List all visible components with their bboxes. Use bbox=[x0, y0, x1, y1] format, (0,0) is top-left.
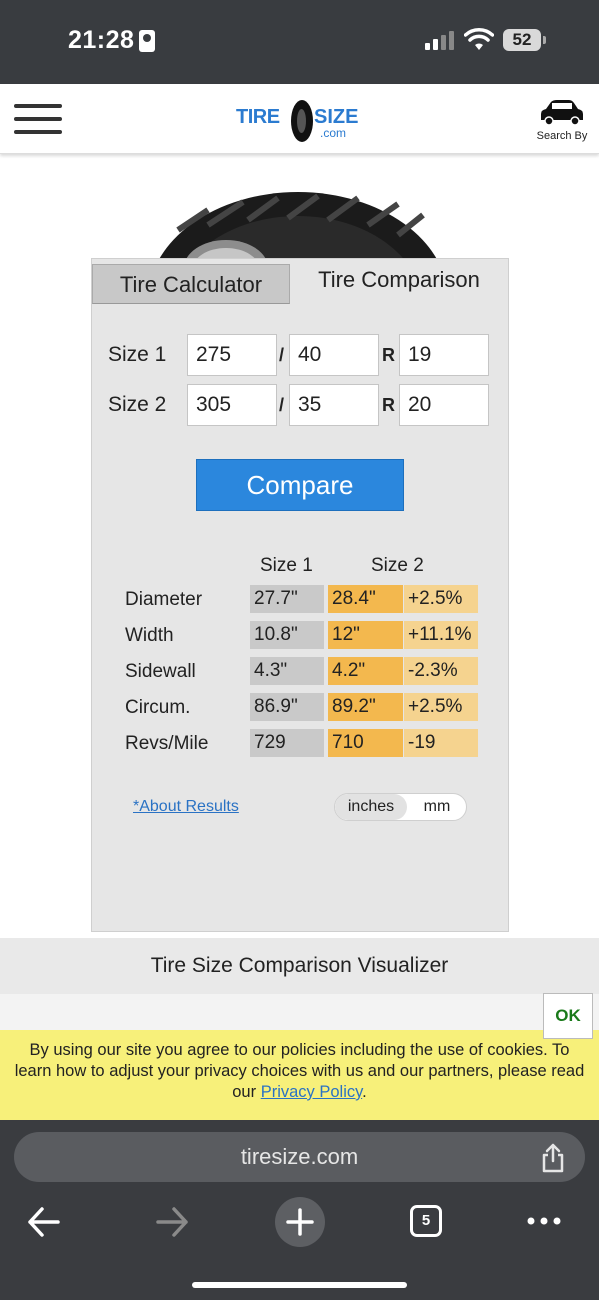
size1-label: Size 1 bbox=[108, 343, 167, 366]
hamburger-icon[interactable] bbox=[14, 104, 64, 134]
more-icon[interactable] bbox=[526, 1213, 562, 1229]
logo-tire-text: TIRE bbox=[236, 106, 280, 128]
site-header: TIRE SIZE .com Search By bbox=[0, 84, 599, 154]
sidewall-size1: 4.3" bbox=[250, 657, 324, 685]
plus-icon bbox=[286, 1208, 314, 1236]
results-header-size2: Size 2 bbox=[371, 555, 424, 576]
status-time: 21:28 bbox=[68, 26, 135, 54]
diameter-diff: +2.5% bbox=[404, 585, 478, 613]
privacy-policy-link[interactable]: Privacy Policy bbox=[261, 1083, 362, 1101]
row-label-revs-per-mile: Revs/Mile bbox=[125, 733, 209, 754]
sidewall-diff: -2.3% bbox=[404, 657, 478, 685]
wifi-icon bbox=[464, 28, 494, 50]
size2-rim-input[interactable]: 20 bbox=[399, 384, 489, 426]
size2-label: Size 2 bbox=[108, 393, 167, 416]
battery-icon: 52 bbox=[503, 29, 546, 51]
size1-slash: / bbox=[279, 345, 285, 365]
width-size2: 12" bbox=[328, 621, 403, 649]
width-size1: 10.8" bbox=[250, 621, 324, 649]
tab-tire-comparison[interactable]: Tire Comparison bbox=[290, 259, 508, 303]
about-results-link[interactable]: *About Results bbox=[133, 798, 239, 816]
diameter-size1: 27.7" bbox=[250, 585, 324, 613]
row-label-circumference: Circum. bbox=[125, 697, 191, 718]
compare-button[interactable]: Compare bbox=[196, 459, 404, 511]
size1-ratio-input[interactable]: 40 bbox=[289, 334, 379, 376]
diameter-size2: 28.4" bbox=[328, 585, 403, 613]
unit-mm-option[interactable]: mm bbox=[407, 794, 466, 820]
row-label-width: Width bbox=[125, 625, 174, 646]
comparison-panel: Tire Calculator Tire Comparison Size 1 2… bbox=[91, 258, 509, 932]
size1-rim-input[interactable]: 19 bbox=[399, 334, 489, 376]
tab-tire-calculator[interactable]: Tire Calculator bbox=[92, 264, 290, 304]
address-bar[interactable]: tiresize.com bbox=[14, 1132, 585, 1182]
size1-r: R bbox=[382, 345, 395, 365]
results-header-size1: Size 1 bbox=[260, 555, 313, 576]
visualizer-area bbox=[0, 994, 599, 1030]
share-icon[interactable] bbox=[540, 1143, 566, 1173]
cookie-ok-button[interactable]: OK bbox=[543, 993, 593, 1039]
signal-icon bbox=[425, 30, 457, 50]
size2-slash: / bbox=[279, 395, 285, 415]
car-icon bbox=[541, 100, 583, 126]
row-label-diameter: Diameter bbox=[125, 589, 203, 610]
search-by-label: Search By bbox=[536, 130, 588, 142]
logo-tire-icon bbox=[291, 100, 313, 142]
status-bar: 21:28 52 bbox=[0, 0, 599, 84]
id-card-icon bbox=[139, 30, 155, 52]
circumference-size1: 86.9" bbox=[250, 693, 324, 721]
size2-r: R bbox=[382, 395, 395, 415]
tabs-icon[interactable]: 5 bbox=[410, 1205, 442, 1237]
width-diff: +11.1% bbox=[404, 621, 478, 649]
size2-width-input[interactable]: 305 bbox=[187, 384, 277, 426]
revs-per-mile-diff: -19 bbox=[404, 729, 478, 757]
cookie-banner: By using our site you agree to our polic… bbox=[0, 1030, 599, 1120]
new-tab-button[interactable] bbox=[275, 1197, 325, 1247]
revs-per-mile-size2: 710 bbox=[328, 729, 403, 757]
size2-ratio-input[interactable]: 35 bbox=[289, 384, 379, 426]
visualizer-title: Tire Size Comparison Visualizer bbox=[0, 938, 599, 994]
circumference-diff: +2.5% bbox=[404, 693, 478, 721]
home-indicator bbox=[192, 1282, 407, 1288]
search-by-vehicle-button[interactable]: Search By bbox=[530, 96, 594, 146]
cookie-text-end: . bbox=[362, 1083, 367, 1101]
revs-per-mile-size1: 729 bbox=[250, 729, 324, 757]
circumference-size2: 89.2" bbox=[328, 693, 403, 721]
row-label-sidewall: Sidewall bbox=[125, 661, 196, 682]
site-logo[interactable]: TIRE SIZE .com bbox=[236, 100, 366, 142]
sidewall-size2: 4.2" bbox=[328, 657, 403, 685]
logo-com-text: .com bbox=[320, 126, 347, 140]
unit-toggle[interactable]: inches mm bbox=[334, 793, 467, 821]
unit-inches-option[interactable]: inches bbox=[335, 794, 407, 820]
forward-icon[interactable] bbox=[154, 1200, 190, 1244]
size1-width-input[interactable]: 275 bbox=[187, 334, 277, 376]
back-icon[interactable] bbox=[26, 1200, 62, 1244]
